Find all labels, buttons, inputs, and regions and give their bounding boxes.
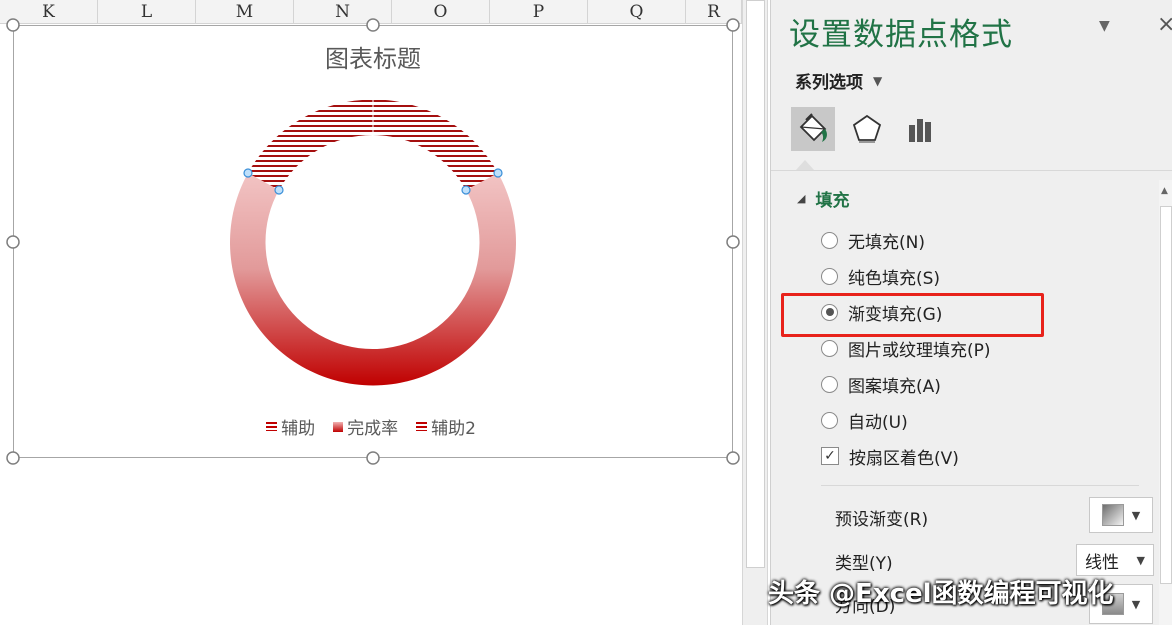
picture-texture-fill-option[interactable]: 图片或纹理填充(P)	[821, 336, 991, 361]
option-label: 按扇区着色(V)	[849, 448, 959, 469]
chart-legend[interactable]: 辅助 完成率 辅助2	[0, 414, 742, 439]
resize-handle-top-left[interactable]	[6, 18, 20, 32]
legend-item-auxiliary[interactable]: 辅助	[266, 414, 315, 439]
section-separator	[821, 485, 1139, 486]
vary-colors-checkbox[interactable]: ✓	[821, 447, 839, 465]
point-handle[interactable]	[493, 168, 503, 178]
legend-key-striped	[266, 422, 278, 431]
resize-handle-right[interactable]	[726, 235, 740, 249]
resize-handle-top[interactable]	[366, 18, 380, 32]
worksheet: K L M N O P Q R 图表标题 辅助 完成率 辅助2	[0, 0, 742, 625]
automatic-fill-radio[interactable]	[821, 411, 838, 429]
chart-title[interactable]: 图表标题	[325, 45, 421, 73]
active-tab-pointer	[796, 160, 814, 170]
pane-title: 设置数据点格式	[789, 17, 1013, 53]
series-options-label: 系列选项	[795, 73, 863, 93]
resize-handle-top-right[interactable]	[726, 18, 740, 32]
bar-chart-icon[interactable]	[899, 107, 943, 151]
point-handle[interactable]	[243, 168, 253, 178]
pane-vertical-scrollbar[interactable]: ▲	[1159, 180, 1172, 625]
tab-divider	[771, 170, 1172, 171]
format-data-point-pane: 设置数据点格式 ▼ × 系列选项 ▼ ◢ 填充 无填充(N) 纯色填充(S) 渐…	[770, 0, 1172, 625]
resize-handle-bottom-right[interactable]	[726, 451, 740, 465]
doughnut-chart[interactable]: 图表标题	[0, 0, 742, 470]
no-fill-option[interactable]: 无填充(N)	[821, 228, 925, 253]
fill-section: ◢ 填充 无填充(N) 纯色填充(S) 渐变填充(G) 图片或纹理填充(P) 图…	[771, 172, 1159, 625]
fill-bucket-icon[interactable]	[791, 107, 835, 151]
point-handle[interactable]	[461, 185, 471, 195]
collapse-triangle-icon: ◢	[797, 192, 806, 205]
worksheet-vertical-scrollbar[interactable]	[742, 0, 768, 625]
solid-fill-option[interactable]: 纯色填充(S)	[821, 264, 941, 289]
completion-rate-ring[interactable]	[229, 173, 516, 386]
option-label: 图案填充(A)	[848, 376, 941, 397]
gradient-type-select[interactable]: 线性 ▼	[1076, 544, 1154, 576]
preset-gradient-picker[interactable]: ▼	[1089, 497, 1153, 533]
annotation-highlight	[781, 293, 1044, 337]
pattern-fill-option[interactable]: 图案填充(A)	[821, 372, 941, 397]
type-label: 类型(Y)	[835, 554, 893, 574]
fill-section-header[interactable]: ◢ 填充	[797, 186, 849, 211]
chevron-down-icon: ▼	[1131, 597, 1141, 611]
no-fill-radio[interactable]	[821, 231, 838, 249]
legend-label: 辅助2	[431, 419, 476, 439]
option-label: 自动(U)	[848, 412, 908, 433]
option-label: 无填充(N)	[848, 232, 925, 253]
option-label: 纯色填充(S)	[848, 268, 941, 289]
resize-handle-bottom-left[interactable]	[6, 451, 20, 465]
fill-section-title: 填充	[815, 191, 850, 211]
legend-label: 辅助	[281, 419, 316, 439]
pattern-fill-radio[interactable]	[821, 375, 838, 393]
scroll-up-icon[interactable]: ▲	[1161, 186, 1168, 196]
legend-item-auxiliary-2[interactable]: 辅助2	[416, 414, 476, 439]
automatic-fill-option[interactable]: 自动(U)	[821, 408, 908, 433]
pane-scrollbar-thumb[interactable]	[1160, 206, 1172, 584]
pane-tabs	[791, 107, 943, 151]
resize-handle-left[interactable]	[6, 235, 20, 249]
pentagon-effects-icon[interactable]	[845, 107, 889, 151]
legend-item-completion-rate[interactable]: 完成率	[333, 414, 398, 439]
legend-label: 完成率	[347, 419, 399, 439]
chevron-down-icon: ▼	[1131, 508, 1141, 522]
point-handle[interactable]	[274, 185, 284, 195]
watermark-text: 头条 @Excel函数编程可视化	[768, 579, 1114, 609]
scrollbar-thumb[interactable]	[746, 0, 765, 568]
pane-options-chevron-icon[interactable]: ▼	[1099, 18, 1110, 34]
legend-key-striped	[416, 422, 428, 431]
vary-colors-option[interactable]: ✓ 按扇区着色(V)	[821, 444, 959, 469]
excel-window: K L M N O P Q R 图表标题 辅助 完成率 辅助2 设置数据点格式 …	[0, 0, 1172, 625]
resize-handle-bottom[interactable]	[366, 451, 380, 465]
chevron-down-icon: ▼	[1136, 553, 1145, 567]
solid-fill-radio[interactable]	[821, 267, 838, 285]
option-label: 图片或纹理填充(P)	[848, 340, 991, 361]
gradient-type-value: 线性	[1085, 552, 1119, 573]
close-icon[interactable]: ×	[1157, 12, 1172, 37]
chevron-down-icon: ▼	[873, 73, 883, 88]
legend-key-gradient	[333, 421, 344, 432]
preset-gradient-label: 预设渐变(R)	[835, 510, 929, 530]
gradient-swatch	[1101, 504, 1124, 526]
picture-texture-fill-radio[interactable]	[821, 339, 838, 357]
series-options-dropdown[interactable]: 系列选项 ▼	[795, 68, 882, 93]
